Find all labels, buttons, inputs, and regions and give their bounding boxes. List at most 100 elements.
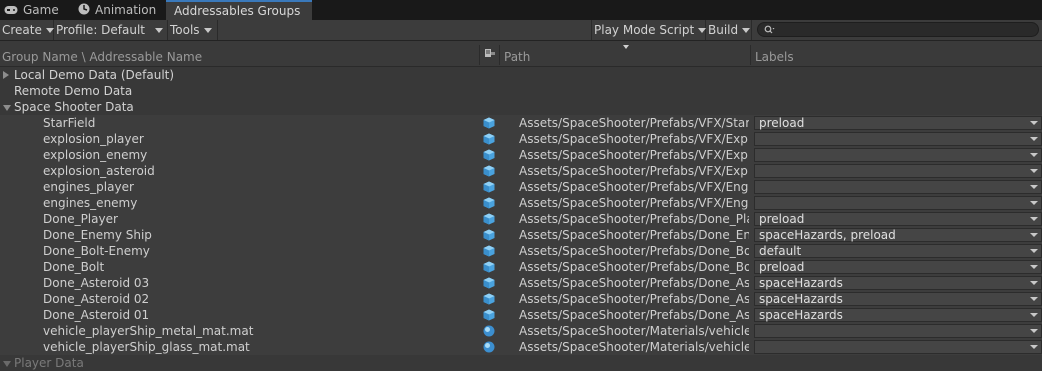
entry-row[interactable]: vehicle_playerShip_glass_mat.mat Assets/S… [0,339,1042,355]
entry-name: engines_enemy [43,196,138,210]
create-label: Create [2,23,42,37]
labels-dropdown[interactable] [754,132,1042,146]
tab-animation[interactable]: Animation [78,0,156,20]
prefab-icon [483,133,495,145]
entry-path: Assets/SpaceShooter/Prefabs/Done_Aste [519,292,749,306]
animation-icon [78,1,90,21]
column-path[interactable]: Path [504,41,530,66]
labels-dropdown[interactable]: spaceHazards [754,308,1042,322]
labels-value: spaceHazards [759,276,843,290]
group-name: Local Demo Data (Default) [14,68,175,82]
entry-row[interactable]: engines_enemy Assets/SpaceShooter/Prefabs… [0,195,1042,211]
entry-name: StarField [43,116,96,130]
labels-dropdown[interactable] [754,324,1042,338]
entry-path: Assets/SpaceShooter/Prefabs/Done_Play [519,212,749,226]
chevron-down-icon [1030,265,1038,269]
entry-name: Done_Asteroid 01 [43,308,150,322]
entry-row[interactable]: Done_Asteroid 01 Assets/SpaceShooter/Pref… [0,307,1042,323]
labels-dropdown[interactable]: spaceHazards [754,292,1042,306]
labels-dropdown[interactable] [754,148,1042,162]
column-group-name[interactable]: Group Name \ Addressable Name [2,41,202,66]
group-name: Remote Demo Data [14,84,133,98]
chevron-down-icon [1030,185,1038,189]
chevron-down-icon [1030,169,1038,173]
column-header: Group Name \ Addressable Name Path Label… [0,41,1042,67]
labels-value: spaceHazards [759,308,843,322]
chevron-down-icon [1030,297,1038,301]
prefab-icon [483,277,495,289]
entry-path: Assets/SpaceShooter/Prefabs/Done_Aste [519,308,749,322]
chevron-down-icon [1030,233,1038,237]
entry-name: vehicle_playerShip_glass_mat.mat [43,340,250,354]
labels-dropdown[interactable] [754,180,1042,194]
labels-dropdown[interactable]: default [754,244,1042,258]
entry-row[interactable]: explosion_player Assets/SpaceShooter/Pref… [0,131,1042,147]
prefab-icon [483,213,495,225]
prefab-icon [483,149,495,161]
prefab-icon [483,261,495,273]
entry-row[interactable]: Done_Asteroid 02 Assets/SpaceShooter/Pref… [0,291,1042,307]
entry-row[interactable]: Done_Asteroid 03 Assets/SpaceShooter/Pref… [0,275,1042,291]
entry-path: Assets/SpaceShooter/Materials/vehicle_p [519,324,749,338]
tab-addressables-groups[interactable]: Addressables Groups [166,0,313,20]
tab-animation-label: Animation [95,3,157,17]
chevron-down-icon [1030,137,1038,141]
column-divider[interactable] [479,45,480,65]
prefab-icon [483,165,495,177]
group-row-remote-demo-data[interactable]: Remote Demo Data [0,83,1042,99]
entry-row[interactable]: Done_Enemy Ship Assets/SpaceShooter/Prefa… [0,227,1042,243]
entry-name: explosion_enemy [43,148,148,162]
column-labels[interactable]: Labels [755,41,794,66]
create-menu-button[interactable]: Create [0,20,54,40]
entry-row[interactable]: vehicle_playerShip_metal_mat.mat Assets/S… [0,323,1042,339]
entry-path: Assets/SpaceShooter/Prefabs/VFX/Explo [519,132,749,146]
entry-row[interactable]: Done_Bolt Assets/SpaceShooter/Prefabs/Don… [0,259,1042,275]
column-divider[interactable] [499,45,500,65]
labels-dropdown[interactable]: spaceHazards [754,276,1042,290]
build-menu-button[interactable]: Build [706,20,752,40]
entry-name: Done_Asteroid 02 [43,292,150,306]
entry-path: Assets/SpaceShooter/Prefabs/Done_Aste [519,276,749,290]
column-divider[interactable] [750,45,751,65]
play-mode-script-dropdown[interactable]: Play Mode Script [591,20,707,40]
search-input[interactable] [757,22,1039,37]
entry-name: engines_player [43,180,134,194]
entry-path: Assets/SpaceShooter/Prefabs/VFX/Engin [519,196,749,210]
labels-value: preload [759,116,805,130]
entry-name: vehicle_playerShip_metal_mat.mat [43,324,254,338]
entry-path: Assets/SpaceShooter/Materials/vehicle_p [519,340,749,354]
prefab-icon [483,293,495,305]
group-name: Player Data [14,356,84,370]
entry-path: Assets/SpaceShooter/Prefabs/VFX/Engin [519,180,749,194]
group-row-space-shooter-data[interactable]: Space Shooter Data [0,99,1042,115]
entry-row[interactable]: StarField Assets/SpaceShooter/Prefabs/VFX… [0,115,1042,131]
labels-value: preload [759,212,805,226]
profile-dropdown[interactable]: Profile: Default [54,20,168,40]
entry-name: Done_Bolt [43,260,105,274]
prefab-icon [483,245,495,257]
labels-dropdown[interactable]: spaceHazards, preload [754,228,1042,242]
labels-dropdown[interactable]: preload [754,260,1042,274]
labels-dropdown[interactable] [754,340,1042,354]
expand-arrow-icon[interactable] [3,71,9,79]
labels-dropdown[interactable]: preload [754,116,1042,130]
chevron-down-icon [155,28,164,33]
collapse-arrow-icon[interactable] [3,361,11,367]
entry-row[interactable]: engines_player Assets/SpaceShooter/Prefab… [0,179,1042,195]
tab-game[interactable]: Game [4,0,59,20]
group-row-local-demo-data[interactable]: Local Demo Data (Default) [0,67,1042,83]
entry-row[interactable]: explosion_enemy Assets/SpaceShooter/Prefa… [0,147,1042,163]
entry-path: Assets/SpaceShooter/Prefabs/Done_Bolt [519,244,749,258]
build-label: Build [708,23,739,37]
group-row-player-data[interactable]: Player Data [0,355,1042,371]
labels-dropdown[interactable] [754,164,1042,178]
material-icon [483,325,495,337]
collapse-arrow-icon[interactable] [3,105,11,111]
tools-menu-button[interactable]: Tools [168,20,218,40]
asset-type-icon [484,48,496,62]
entry-row[interactable]: explosion_asteroid Assets/SpaceShooter/Pr… [0,163,1042,179]
labels-dropdown[interactable]: preload [754,212,1042,226]
entry-row[interactable]: Done_Bolt-Enemy Assets/SpaceShooter/Prefa… [0,243,1042,259]
entry-row[interactable]: Done_Player Assets/SpaceShooter/Prefabs/D… [0,211,1042,227]
labels-dropdown[interactable] [754,196,1042,210]
